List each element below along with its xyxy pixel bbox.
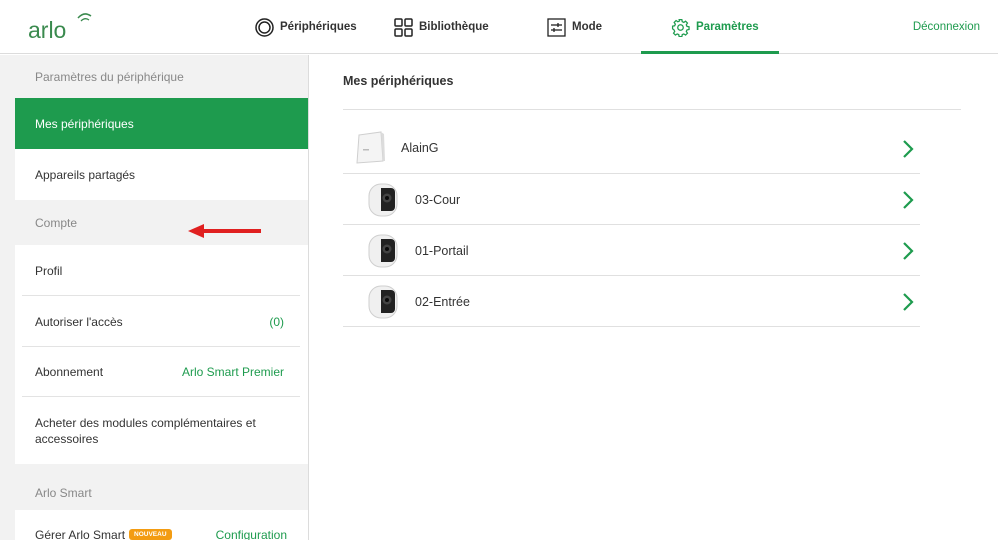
nav-devices[interactable]: Périphériques <box>255 0 357 54</box>
device-settings-heading: Paramètres du périphérique <box>35 69 184 84</box>
svg-text:arlo: arlo <box>28 17 66 43</box>
nav-mode-label: Mode <box>572 21 603 33</box>
gear-icon <box>671 18 690 37</box>
sidebar-item-buy-addons[interactable]: Acheter des modules complémentaires et a… <box>15 397 308 464</box>
divider <box>343 109 961 110</box>
logout-link[interactable]: Déconnexion <box>913 0 980 54</box>
nav-devices-label: Périphériques <box>280 21 357 33</box>
sidebar-item-label: Mes périphériques <box>35 116 134 131</box>
sidebar-item-manage-arlo-smart[interactable]: Gérer Arlo Smart NOUVEAU Configuration <box>15 510 308 540</box>
chevron-right-icon[interactable] <box>902 190 914 210</box>
new-badge: NOUVEAU <box>129 529 172 540</box>
device-name: AlainG <box>401 141 439 155</box>
sidebar-item-label: Gérer Arlo Smart <box>35 528 126 540</box>
settings-sidebar: Paramètres du périphérique Mes périphéri… <box>0 55 309 540</box>
sidebar-item-label: Autoriser l'accès <box>35 314 123 329</box>
sidebar-item-label: Abonnement <box>35 365 104 379</box>
camera-icon <box>368 285 398 324</box>
nav-library-label: Bibliothèque <box>419 21 489 33</box>
configuration-link[interactable]: Configuration <box>216 528 287 540</box>
devices-icon <box>255 17 274 37</box>
nav-library[interactable]: Bibliothèque <box>394 0 489 54</box>
device-name: 03-Cour <box>415 193 461 207</box>
sidebar-item-profile[interactable]: Profil <box>15 245 308 296</box>
access-count: (0) <box>269 314 284 329</box>
nav-settings-label: Paramètres <box>696 21 759 33</box>
sidebar-item-subscription[interactable]: Abonnement Arlo Smart Premier <box>15 347 308 397</box>
sidebar-item-label: Acheter des modules complémentaires et a… <box>35 415 256 446</box>
page-title: Mes périphériques <box>343 74 454 88</box>
chevron-right-icon[interactable] <box>902 241 914 261</box>
chevron-right-icon[interactable] <box>902 292 914 312</box>
active-tab-indicator <box>641 51 779 54</box>
sidebar-item-my-devices[interactable]: Mes périphériques <box>15 98 308 149</box>
nav-mode[interactable]: Mode <box>547 0 602 54</box>
sidebar-item-label: Profil <box>35 263 63 278</box>
sidebar-item-label-wrap: Gérer Arlo Smart NOUVEAU <box>35 528 172 540</box>
nav-settings[interactable]: Paramètres <box>671 0 759 54</box>
mode-sliders-icon <box>547 17 566 37</box>
camera-icon <box>368 234 398 273</box>
base-station-icon <box>355 131 385 170</box>
camera-icon <box>368 183 398 222</box>
device-row-camera[interactable]: 01-Portail <box>343 225 920 276</box>
chevron-right-icon[interactable] <box>902 139 914 159</box>
sidebar-item-authorize-access[interactable]: Autoriser l'accès (0) <box>15 296 308 347</box>
device-name: 02-Entrée <box>415 295 470 309</box>
sidebar-item-shared-devices[interactable]: Appareils partagés <box>15 149 308 200</box>
device-row-base-station[interactable]: AlainG <box>343 123 920 174</box>
sidebar-item-label: Appareils partagés <box>35 167 136 182</box>
arlo-logo[interactable]: arlo <box>28 10 98 44</box>
subscription-plan: Arlo Smart Premier <box>181 365 284 379</box>
device-row-camera[interactable]: 02-Entrée <box>343 276 920 327</box>
annotation-arrow-icon <box>188 223 262 239</box>
account-heading: Compte <box>35 215 78 230</box>
device-name: 01-Portail <box>415 244 469 258</box>
top-navigation-bar: arlo Périphériques Bibliothèque Mode Par… <box>0 0 998 54</box>
device-row-camera[interactable]: 03-Cour <box>343 174 920 225</box>
library-grid-icon <box>394 17 413 37</box>
